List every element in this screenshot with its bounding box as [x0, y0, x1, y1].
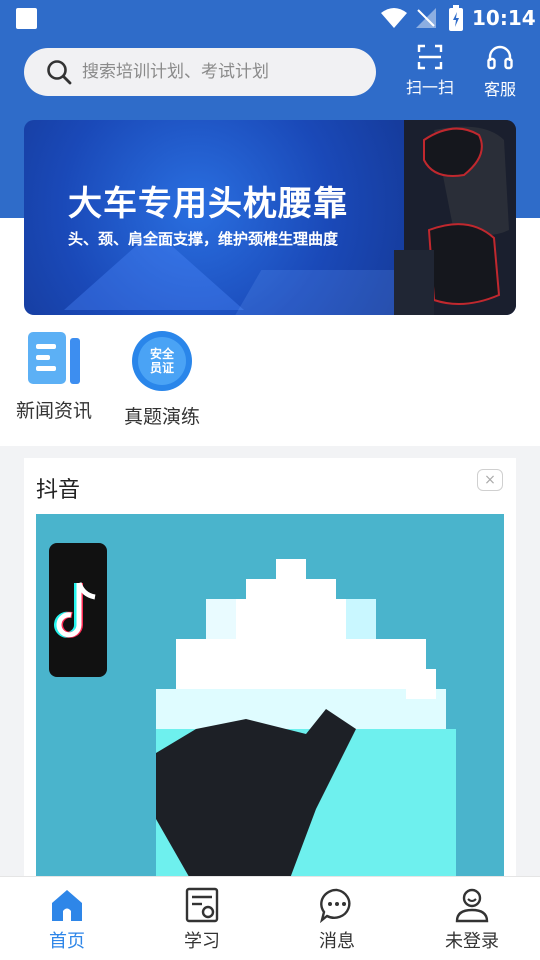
badge-text: 安全 员证	[142, 347, 182, 375]
battery-icon	[449, 5, 463, 31]
banner-subtitle: 头、颈、肩全面支撑，维护颈椎生理曲度	[68, 230, 339, 248]
service-label: 客服	[483, 80, 516, 99]
status-bar: 10:14	[0, 0, 540, 36]
car-seat-image	[394, 120, 516, 315]
banner-title: 大车专用头枕腰靠	[68, 184, 348, 224]
news-icon	[28, 332, 80, 384]
tab-messages-label: 消息	[319, 931, 355, 952]
clock: 10:14	[472, 6, 536, 30]
tab-study-label: 学习	[184, 931, 220, 952]
tab-profile-label: 未登录	[445, 931, 499, 952]
tab-home[interactable]: 首页	[27, 887, 107, 957]
news-label: 新闻资讯	[15, 400, 92, 422]
ad-close-button[interactable]: ×	[477, 469, 503, 491]
tab-home-label: 首页	[49, 931, 85, 952]
study-icon	[185, 887, 219, 923]
customer-service-button[interactable]: 客服	[470, 44, 530, 99]
tab-profile[interactable]: 未登录	[432, 887, 512, 957]
badge-line: 员证	[149, 361, 174, 375]
notification-icon	[16, 8, 37, 29]
practice-label: 真题演练	[123, 406, 200, 428]
search-input[interactable]	[82, 48, 362, 96]
tab-study[interactable]: 学习	[162, 887, 242, 957]
home-icon	[52, 890, 82, 921]
user-icon	[455, 888, 489, 923]
ad-title: 抖音	[36, 478, 81, 503]
scan-button[interactable]: 扫一扫	[400, 44, 460, 98]
news-link[interactable]: 新闻资讯	[4, 330, 104, 440]
pixel-art-image	[156, 559, 456, 878]
practice-link[interactable]: 安全 员证 真题演练	[112, 330, 212, 440]
signal-icon	[416, 8, 436, 28]
search-bar[interactable]	[24, 48, 376, 96]
scan-label: 扫一扫	[405, 78, 454, 97]
message-icon	[320, 888, 351, 923]
ad-card[interactable]: 抖音 ×	[24, 458, 516, 878]
tab-messages[interactable]: 消息	[297, 887, 377, 957]
search-icon	[47, 60, 72, 85]
promo-banner[interactable]: 大车专用头枕腰靠 头、颈、肩全面支撑，维护颈椎生理曲度	[24, 120, 516, 315]
badge-line: 安全	[149, 347, 174, 361]
tiktok-logo	[49, 543, 107, 677]
wifi-icon	[381, 8, 407, 28]
bottom-nav: 首页 学习 消息 未登录	[0, 876, 540, 960]
ad-image[interactable]	[36, 514, 504, 878]
scan-icon	[417, 44, 443, 70]
headset-icon	[487, 45, 513, 70]
